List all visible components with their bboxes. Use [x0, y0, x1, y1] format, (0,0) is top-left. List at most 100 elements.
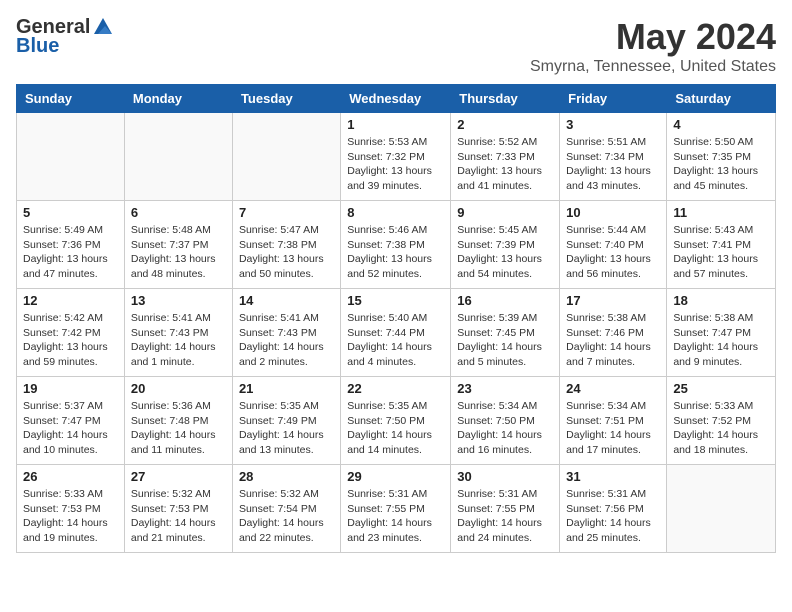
calendar-cell [667, 465, 776, 553]
calendar-cell: 25 Sunrise: 5:33 AM Sunset: 7:52 PM Dayli… [667, 377, 776, 465]
day-info: Sunrise: 5:35 AM Sunset: 7:49 PM Dayligh… [239, 399, 334, 458]
day-info: Sunrise: 5:33 AM Sunset: 7:52 PM Dayligh… [673, 399, 769, 458]
day-number: 26 [23, 469, 118, 484]
day-number: 4 [673, 117, 769, 132]
calendar-cell: 14Sunrise: 5:41 AM Sunset: 7:43 PM Dayli… [232, 289, 340, 377]
day-number: 17 [566, 293, 660, 308]
day-header-saturday: Saturday [667, 85, 776, 113]
day-info: Sunrise: 5:38 AM Sunset: 7:47 PM Dayligh… [673, 311, 769, 370]
calendar-cell: 1 Sunrise: 5:53 AM Sunset: 7:32 PM Daylig… [341, 113, 451, 201]
day-number: 30 [457, 469, 553, 484]
day-info: Sunrise: 5:40 AM Sunset: 7:44 PM Dayligh… [347, 311, 444, 370]
calendar-cell: 20 Sunrise: 5:36 AM Sunset: 7:48 PM Dayli… [124, 377, 232, 465]
day-info: Sunrise: 5:39 AM Sunset: 7:45 PM Dayligh… [457, 311, 553, 370]
calendar-cell: 7 Sunrise: 5:47 AM Sunset: 7:38 PM Daylig… [232, 201, 340, 289]
day-info: Sunrise: 5:33 AM Sunset: 7:53 PM Dayligh… [23, 487, 118, 546]
day-number: 13 [131, 293, 226, 308]
day-number: 28 [239, 469, 334, 484]
day-info: Sunrise: 5:34 AM Sunset: 7:50 PM Dayligh… [457, 399, 553, 458]
title-block: May 2024 Smyrna, Tennessee, United State… [530, 16, 776, 76]
calendar-cell: 2 Sunrise: 5:52 AM Sunset: 7:33 PM Daylig… [451, 113, 560, 201]
day-number: 21 [239, 381, 334, 396]
day-info: Sunrise: 5:50 AM Sunset: 7:35 PM Dayligh… [673, 135, 769, 194]
page-header: General Blue May 2024 Smyrna, Tennessee,… [16, 16, 776, 76]
calendar-cell: 12 Sunrise: 5:42 AM Sunset: 7:42 PM Dayli… [17, 289, 125, 377]
calendar-cell: 11Sunrise: 5:43 AM Sunset: 7:41 PM Dayli… [667, 201, 776, 289]
calendar-cell: 10Sunrise: 5:44 AM Sunset: 7:40 PM Dayli… [560, 201, 667, 289]
day-info: Sunrise: 5:36 AM Sunset: 7:48 PM Dayligh… [131, 399, 226, 458]
day-number: 20 [131, 381, 226, 396]
day-info: Sunrise: 5:47 AM Sunset: 7:38 PM Dayligh… [239, 223, 334, 282]
calendar-cell [232, 113, 340, 201]
week-row-1: 1 Sunrise: 5:53 AM Sunset: 7:32 PM Daylig… [17, 113, 776, 201]
day-number: 3 [566, 117, 660, 132]
day-number: 31 [566, 469, 660, 484]
day-number: 5 [23, 205, 118, 220]
day-number: 14 [239, 293, 334, 308]
day-number: 18 [673, 293, 769, 308]
calendar-cell: 26 Sunrise: 5:33 AM Sunset: 7:53 PM Dayli… [17, 465, 125, 553]
calendar-cell: 6Sunrise: 5:48 AM Sunset: 7:37 PM Daylig… [124, 201, 232, 289]
day-info: Sunrise: 5:38 AM Sunset: 7:46 PM Dayligh… [566, 311, 660, 370]
day-number: 19 [23, 381, 118, 396]
calendar-cell: 31 Sunrise: 5:31 AM Sunset: 7:56 PM Dayli… [560, 465, 667, 553]
day-number: 2 [457, 117, 553, 132]
day-number: 9 [457, 205, 553, 220]
calendar-cell: 8Sunrise: 5:46 AM Sunset: 7:38 PM Daylig… [341, 201, 451, 289]
day-info: Sunrise: 5:43 AM Sunset: 7:41 PM Dayligh… [673, 223, 769, 282]
day-number: 24 [566, 381, 660, 396]
logo-blue-text: Blue [16, 35, 59, 58]
calendar-cell: 15 Sunrise: 5:40 AM Sunset: 7:44 PM Dayli… [341, 289, 451, 377]
calendar-table: SundayMondayTuesdayWednesdayThursdayFrid… [16, 84, 776, 553]
day-header-tuesday: Tuesday [232, 85, 340, 113]
calendar-cell: 23 Sunrise: 5:34 AM Sunset: 7:50 PM Dayli… [451, 377, 560, 465]
calendar-cell: 30 Sunrise: 5:31 AM Sunset: 7:55 PM Dayli… [451, 465, 560, 553]
calendar-title: May 2024 [530, 16, 776, 58]
calendar-header-row: SundayMondayTuesdayWednesdayThursdayFrid… [17, 85, 776, 113]
day-number: 25 [673, 381, 769, 396]
day-number: 12 [23, 293, 118, 308]
day-info: Sunrise: 5:53 AM Sunset: 7:32 PM Dayligh… [347, 135, 444, 194]
day-info: Sunrise: 5:52 AM Sunset: 7:33 PM Dayligh… [457, 135, 553, 194]
day-number: 7 [239, 205, 334, 220]
day-number: 27 [131, 469, 226, 484]
day-info: Sunrise: 5:31 AM Sunset: 7:55 PM Dayligh… [457, 487, 553, 546]
week-row-2: 5Sunrise: 5:49 AM Sunset: 7:36 PM Daylig… [17, 201, 776, 289]
calendar-cell: 3Sunrise: 5:51 AM Sunset: 7:34 PM Daylig… [560, 113, 667, 201]
calendar-cell: 9 Sunrise: 5:45 AM Sunset: 7:39 PM Daylig… [451, 201, 560, 289]
week-row-5: 26 Sunrise: 5:33 AM Sunset: 7:53 PM Dayli… [17, 465, 776, 553]
calendar-cell: 29Sunrise: 5:31 AM Sunset: 7:55 PM Dayli… [341, 465, 451, 553]
day-number: 15 [347, 293, 444, 308]
day-number: 23 [457, 381, 553, 396]
calendar-cell: 5Sunrise: 5:49 AM Sunset: 7:36 PM Daylig… [17, 201, 125, 289]
calendar-location: Smyrna, Tennessee, United States [530, 58, 776, 76]
calendar-cell: 27Sunrise: 5:32 AM Sunset: 7:53 PM Dayli… [124, 465, 232, 553]
day-info: Sunrise: 5:37 AM Sunset: 7:47 PM Dayligh… [23, 399, 118, 458]
calendar-cell: 4 Sunrise: 5:50 AM Sunset: 7:35 PM Daylig… [667, 113, 776, 201]
day-header-sunday: Sunday [17, 85, 125, 113]
calendar-cell [124, 113, 232, 201]
day-number: 6 [131, 205, 226, 220]
day-info: Sunrise: 5:44 AM Sunset: 7:40 PM Dayligh… [566, 223, 660, 282]
day-info: Sunrise: 5:45 AM Sunset: 7:39 PM Dayligh… [457, 223, 553, 282]
calendar-cell: 21 Sunrise: 5:35 AM Sunset: 7:49 PM Dayli… [232, 377, 340, 465]
day-info: Sunrise: 5:34 AM Sunset: 7:51 PM Dayligh… [566, 399, 660, 458]
calendar-cell [17, 113, 125, 201]
week-row-3: 12 Sunrise: 5:42 AM Sunset: 7:42 PM Dayli… [17, 289, 776, 377]
day-info: Sunrise: 5:42 AM Sunset: 7:42 PM Dayligh… [23, 311, 118, 370]
day-number: 22 [347, 381, 444, 396]
logo-icon [92, 16, 114, 38]
day-header-wednesday: Wednesday [341, 85, 451, 113]
day-info: Sunrise: 5:46 AM Sunset: 7:38 PM Dayligh… [347, 223, 444, 282]
day-info: Sunrise: 5:31 AM Sunset: 7:56 PM Dayligh… [566, 487, 660, 546]
day-info: Sunrise: 5:35 AM Sunset: 7:50 PM Dayligh… [347, 399, 444, 458]
calendar-cell: 28Sunrise: 5:32 AM Sunset: 7:54 PM Dayli… [232, 465, 340, 553]
logo: General Blue [16, 16, 114, 58]
day-info: Sunrise: 5:41 AM Sunset: 7:43 PM Dayligh… [131, 311, 226, 370]
day-number: 16 [457, 293, 553, 308]
calendar-cell: 19 Sunrise: 5:37 AM Sunset: 7:47 PM Dayli… [17, 377, 125, 465]
day-number: 1 [347, 117, 444, 132]
calendar-cell: 13 Sunrise: 5:41 AM Sunset: 7:43 PM Dayli… [124, 289, 232, 377]
calendar-cell: 17 Sunrise: 5:38 AM Sunset: 7:46 PM Dayli… [560, 289, 667, 377]
day-header-thursday: Thursday [451, 85, 560, 113]
